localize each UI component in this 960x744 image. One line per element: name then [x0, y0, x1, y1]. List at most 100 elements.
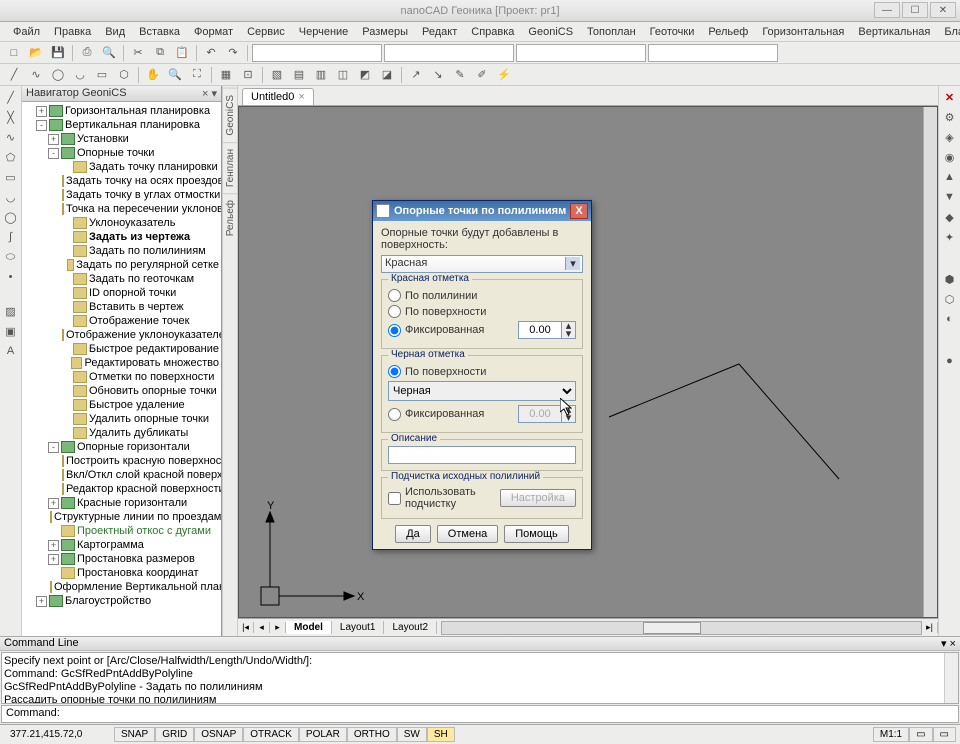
tree-item[interactable]: Опорные точки: [77, 146, 154, 160]
new-icon[interactable]: □: [4, 43, 24, 63]
canvas-vscrollbar[interactable]: [923, 107, 937, 617]
zoom-icon[interactable]: 🔍: [165, 65, 185, 85]
lv-hatch-icon[interactable]: ▨: [2, 302, 20, 320]
preview-icon[interactable]: 🔍: [99, 43, 119, 63]
undo-icon[interactable]: ↶: [201, 43, 221, 63]
cleanup-checkbox[interactable]: [388, 492, 401, 505]
menu-вставка[interactable]: Вставка: [132, 24, 187, 40]
paste-icon[interactable]: 📋: [172, 43, 192, 63]
rv-tool7-icon[interactable]: ✦: [941, 228, 959, 246]
tree-item[interactable]: Быстрое редактирование: [89, 342, 219, 356]
description-input[interactable]: [388, 446, 576, 464]
menu-правка[interactable]: Правка: [47, 24, 98, 40]
lineweight-combo[interactable]: [516, 44, 646, 62]
lv-point-icon[interactable]: •: [2, 268, 20, 286]
layer-combo[interactable]: [252, 44, 382, 62]
tree-item[interactable]: Отметки по поверхности: [89, 370, 214, 384]
lv-text-icon[interactable]: A: [2, 342, 20, 360]
status-extra2[interactable]: ▭: [933, 727, 956, 742]
color-combo[interactable]: [648, 44, 778, 62]
help-button[interactable]: Помощь: [504, 525, 569, 543]
tree-item[interactable]: Точка на пересечении уклонов: [66, 202, 221, 216]
red-fixed-spinner[interactable]: ▴▾: [518, 321, 576, 339]
doc-tab[interactable]: Untitled0 ×: [242, 88, 314, 105]
rect-icon[interactable]: ▭: [92, 65, 112, 85]
radio-black-surface[interactable]: [388, 365, 401, 378]
command-vscrollbar[interactable]: [944, 653, 958, 703]
tree-item[interactable]: Отображение точек: [89, 314, 189, 328]
rv-tool2-icon[interactable]: ◈: [941, 128, 959, 146]
tree-item[interactable]: Задать по регулярной сетке: [76, 258, 219, 272]
lv-poly-icon[interactable]: ⬠: [2, 148, 20, 166]
layout-hscrollbar[interactable]: [441, 621, 922, 635]
lv-line-icon[interactable]: ╱: [2, 88, 20, 106]
layout-tab-model[interactable]: Model: [286, 621, 332, 634]
snap-icon[interactable]: ⊡: [238, 65, 258, 85]
command-panel-close-icon[interactable]: ▾ ×: [941, 637, 956, 650]
cut-icon[interactable]: ✂: [128, 43, 148, 63]
layout-prev-icon[interactable]: ◂: [254, 622, 270, 633]
rv-tool3-icon[interactable]: ◉: [941, 148, 959, 166]
tree-item[interactable]: Красные горизонтали: [77, 496, 187, 510]
tree-item[interactable]: Структурные линии по проездам: [54, 510, 221, 524]
lv-rect-icon[interactable]: ▭: [2, 168, 20, 186]
lv-pline-icon[interactable]: ∿: [2, 128, 20, 146]
pline-icon[interactable]: ∿: [26, 65, 46, 85]
tree-item[interactable]: Удалить дубликаты: [89, 426, 188, 440]
menu-рельеф[interactable]: Рельеф: [701, 24, 755, 40]
menu-вертикальная[interactable]: Вертикальная: [851, 24, 937, 40]
maximize-button[interactable]: ☐: [902, 2, 928, 18]
minimize-button[interactable]: —: [874, 2, 900, 18]
layout-tab-layout1[interactable]: Layout1: [332, 621, 385, 634]
menu-файл[interactable]: Файл: [6, 24, 47, 40]
linetype-combo[interactable]: [384, 44, 514, 62]
menu-редакт[interactable]: Редакт: [415, 24, 464, 40]
lv-region-icon[interactable]: ▣: [2, 322, 20, 340]
polygon-icon[interactable]: ⬡: [114, 65, 134, 85]
command-history[interactable]: Specify next point or [Arc/Close/Halfwid…: [1, 652, 959, 704]
rv-tool4-icon[interactable]: ▲: [941, 168, 959, 186]
status-toggle-sw[interactable]: SW: [397, 727, 427, 742]
tree-item[interactable]: Проектный откос с дугами: [77, 524, 211, 538]
lv-ellipse-icon[interactable]: ⬭: [2, 248, 20, 266]
rv-close-icon[interactable]: ✕: [941, 88, 959, 106]
pan-icon[interactable]: ✋: [143, 65, 163, 85]
t3-icon[interactable]: ▥: [311, 65, 331, 85]
close-button[interactable]: ✕: [930, 2, 956, 18]
black-surface-combo[interactable]: Черная: [388, 381, 576, 401]
menu-топоплан[interactable]: Топоплан: [580, 24, 643, 40]
ok-button[interactable]: Да: [395, 525, 431, 543]
circle-icon[interactable]: ◯: [48, 65, 68, 85]
rv-tool11-icon[interactable]: ●: [941, 352, 959, 370]
menu-горизонтальная[interactable]: Горизонтальная: [755, 24, 851, 40]
dialog-titlebar[interactable]: Опорные точки по полилиниям X: [373, 201, 591, 221]
radio-red-polyline[interactable]: [388, 289, 401, 302]
tree-item[interactable]: Редактор красной поверхности: [66, 482, 221, 496]
tree-item[interactable]: ID опорной точки: [89, 286, 176, 300]
t8-icon[interactable]: ↘: [428, 65, 448, 85]
line-icon[interactable]: ╱: [4, 65, 24, 85]
layout-last-icon[interactable]: ▸|: [922, 622, 938, 633]
t4-icon[interactable]: ◫: [333, 65, 353, 85]
tree-item[interactable]: Отображение уклоноуказателей: [66, 328, 221, 342]
navigator-tree[interactable]: +Горизонтальная планировка-Вертикальная …: [22, 102, 221, 636]
tree-item[interactable]: Редактировать множество: [84, 356, 219, 370]
scale-readout[interactable]: M1:1: [873, 727, 909, 742]
menu-геоточки[interactable]: Геоточки: [643, 24, 702, 40]
radio-red-surface[interactable]: [388, 305, 401, 318]
tree-item[interactable]: Установки: [77, 132, 129, 146]
status-toggle-polar[interactable]: POLAR: [299, 727, 347, 742]
grid-icon[interactable]: ▦: [216, 65, 236, 85]
t2-icon[interactable]: ▤: [289, 65, 309, 85]
tree-item[interactable]: Горизонтальная планировка: [65, 104, 210, 118]
t5-icon[interactable]: ◩: [355, 65, 375, 85]
menu-справка[interactable]: Справка: [464, 24, 521, 40]
arc-icon[interactable]: ◡: [70, 65, 90, 85]
layout-tab-layout2[interactable]: Layout2: [384, 621, 437, 634]
rv-tool8-icon[interactable]: ⬢: [941, 270, 959, 288]
radio-black-fixed[interactable]: [388, 408, 401, 421]
status-toggle-snap[interactable]: SNAP: [114, 727, 155, 742]
tree-item[interactable]: Обновить опорные точки: [89, 384, 217, 398]
tree-item[interactable]: Уклоноуказатель: [89, 216, 175, 230]
layout-first-icon[interactable]: |◂: [238, 622, 254, 633]
